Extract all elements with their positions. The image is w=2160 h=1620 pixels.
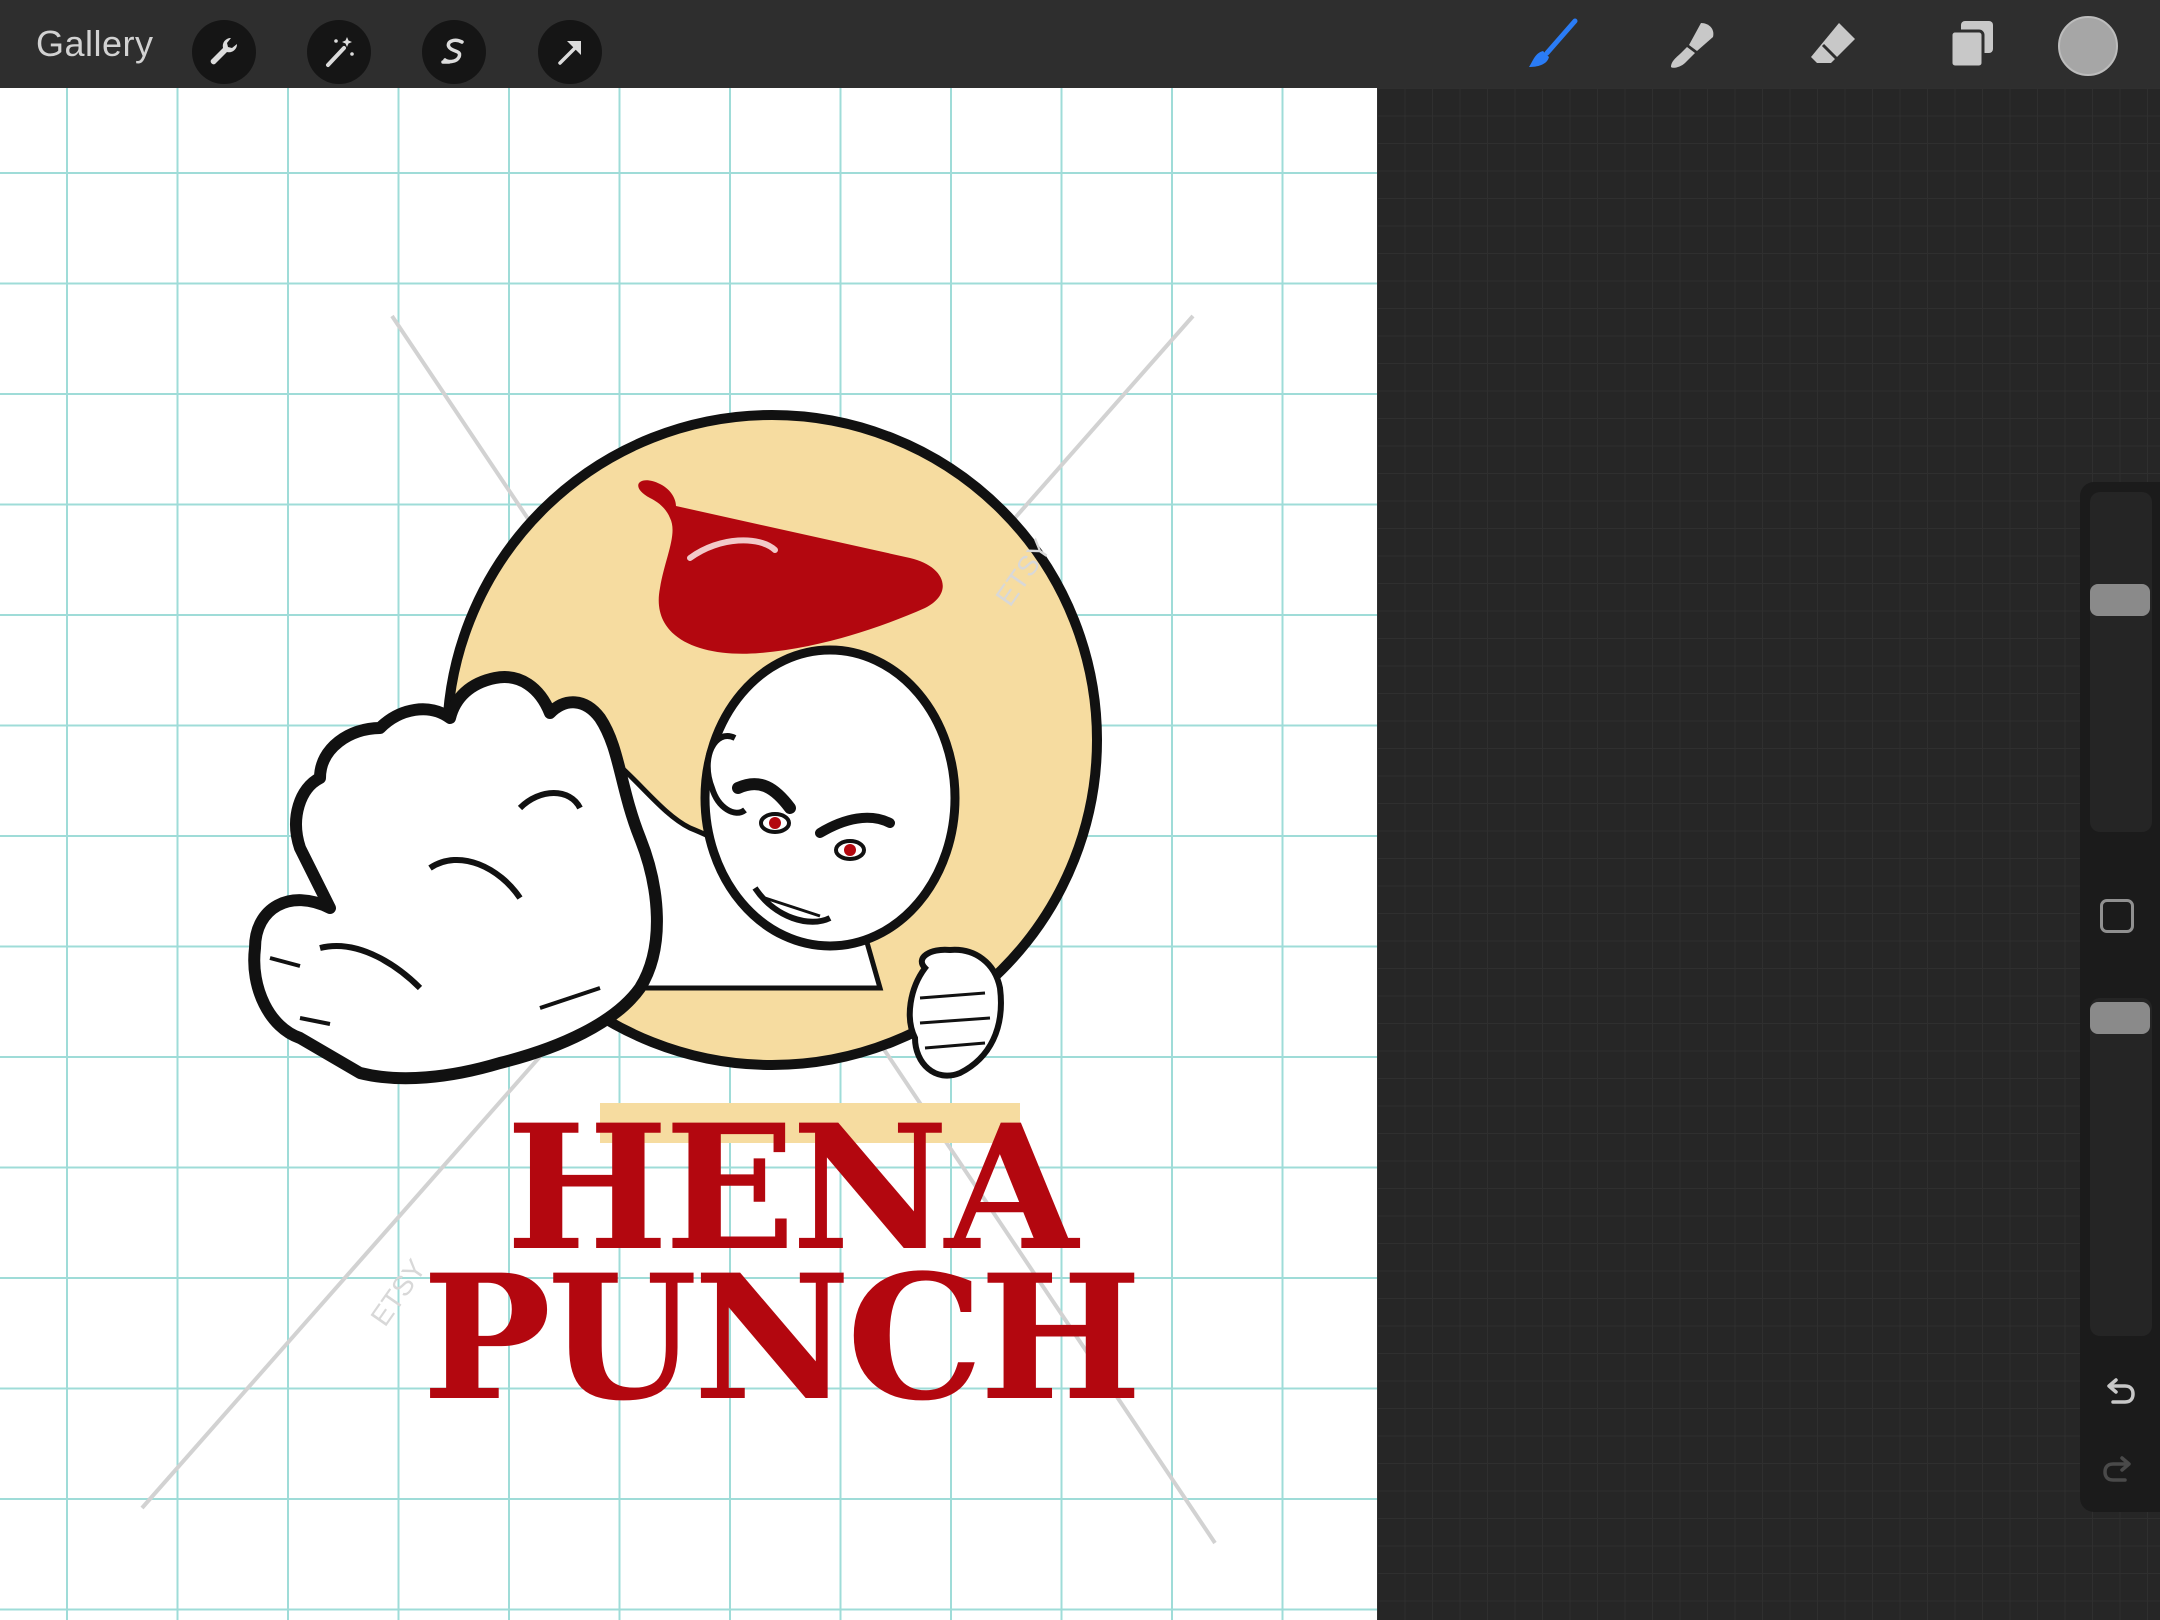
workspace-background (1377, 88, 2160, 1620)
drawing-canvas[interactable]: HENA PUNCH ETSY ETSY (0, 88, 1377, 1620)
selection-icon (441, 38, 464, 64)
layers-icon (1949, 21, 1993, 69)
undo-icon (2107, 1378, 2135, 1404)
opacity-thumb[interactable] (2090, 1002, 2150, 1034)
color-picker[interactable] (2058, 16, 2118, 76)
redo-button[interactable] (2096, 1447, 2142, 1493)
paint-button[interactable] (1520, 12, 1586, 78)
magic-wand-icon (326, 37, 354, 67)
brush-icon (1529, 18, 1578, 67)
arrow-icon (558, 41, 581, 65)
eraser-icon (1811, 23, 1855, 63)
gallery-button[interactable]: Gallery (36, 22, 154, 66)
undo-button[interactable] (2096, 1369, 2142, 1415)
opacity-slider[interactable] (2090, 998, 2152, 1336)
actions-button[interactable] (192, 20, 256, 84)
adjustments-button[interactable] (307, 20, 371, 84)
layers-button[interactable] (1940, 12, 2006, 78)
right-sidebar (2080, 482, 2160, 1512)
brush-size-thumb[interactable] (2090, 584, 2150, 617)
selection-button[interactable] (422, 20, 486, 84)
smudge-button[interactable] (1660, 12, 1726, 78)
logo-artwork: HENA PUNCH ETSY ETSY (140, 314, 1217, 1545)
brush-size-slider[interactable] (2090, 492, 2152, 832)
modify-button[interactable] (2100, 899, 2134, 933)
wrench-icon (210, 37, 238, 65)
logo-line-2: PUNCH (422, 1236, 1138, 1439)
redo-icon (2103, 1456, 2131, 1482)
erase-button[interactable] (1800, 12, 1866, 78)
transform-button[interactable] (538, 20, 602, 84)
top-toolbar: Gallery (0, 0, 2160, 88)
smudge-icon (1671, 23, 1714, 68)
